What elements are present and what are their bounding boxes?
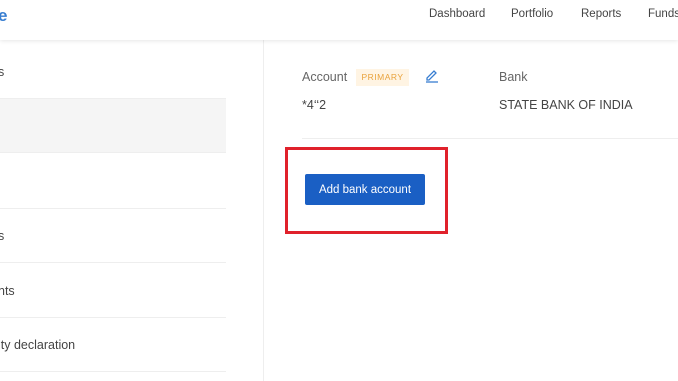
primary-badge: PRIMARY (356, 69, 409, 86)
account-number: *4‘‘2 (302, 98, 327, 112)
nav-dashboard[interactable]: Dashboard (429, 8, 485, 20)
add-bank-account-button[interactable]: Add bank account (305, 174, 425, 205)
edit-icon[interactable] (424, 67, 440, 83)
sidebar-item-label: s (0, 65, 5, 79)
sidebar-item-label: s (0, 229, 5, 243)
bank-name: STATE BANK OF INDIA (499, 98, 633, 112)
settings-sidebar: s s nts ity declaration (0, 40, 226, 381)
sidebar-item-1[interactable]: s (0, 45, 226, 99)
nav-funds[interactable]: Funds (648, 8, 678, 20)
account-label: Account (302, 70, 348, 84)
section-divider (302, 138, 678, 139)
sidebar-item-6[interactable]: ity declaration (0, 318, 226, 372)
top-navbar: e Dashboard Portfolio Reports Funds (0, 0, 678, 40)
bank-label: Bank (499, 70, 528, 84)
nav-reports[interactable]: Reports (581, 8, 621, 20)
content-divider (263, 40, 264, 381)
app-logo[interactable]: e (0, 6, 7, 26)
nav-portfolio[interactable]: Portfolio (511, 8, 553, 20)
sidebar-item-label: ity declaration (0, 338, 76, 352)
sidebar-item-3[interactable] (0, 155, 226, 209)
sidebar-item-label: nts (0, 284, 15, 298)
sidebar-item-active[interactable] (0, 99, 226, 153)
sidebar-item-5[interactable]: nts (0, 264, 226, 318)
sidebar-item-4[interactable]: s (0, 209, 226, 263)
